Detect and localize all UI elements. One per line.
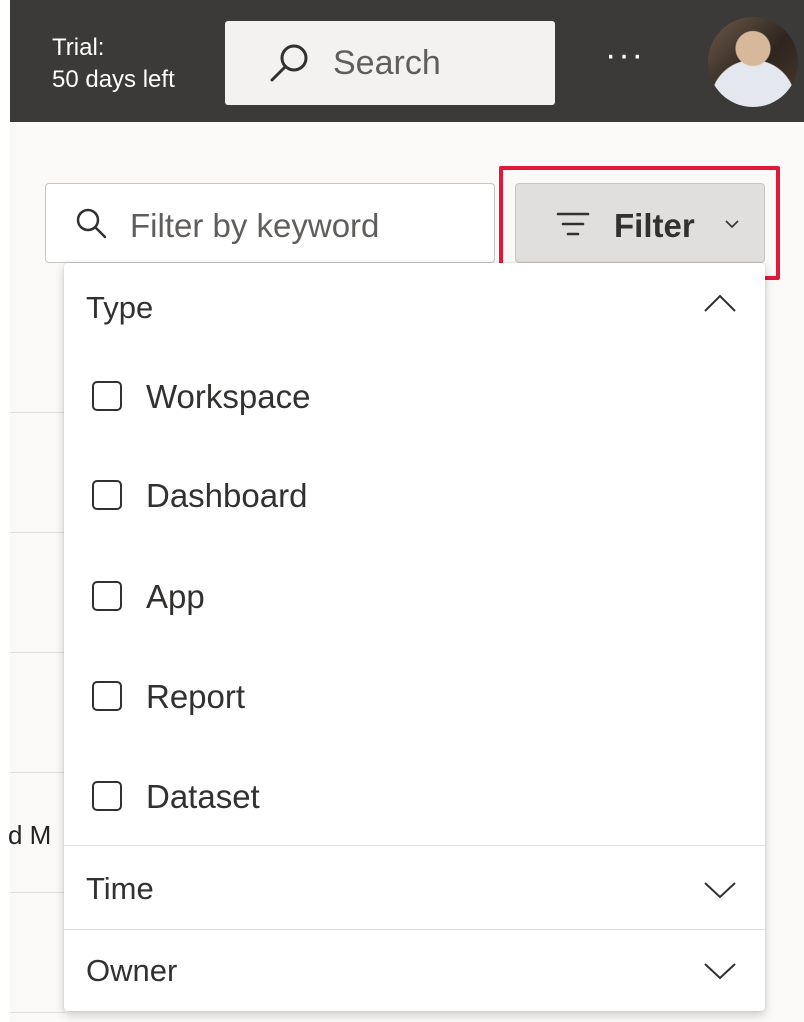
- trial-label: Trial:: [52, 34, 105, 61]
- chevron-up-icon: [704, 294, 736, 312]
- search-icon: [270, 44, 308, 82]
- option-label: Dashboard: [146, 477, 308, 514]
- user-avatar[interactable]: [708, 17, 798, 107]
- list-row-divider: [10, 532, 65, 533]
- filter-icon: [556, 212, 590, 236]
- search-label: Search: [333, 44, 441, 82]
- type-section-header[interactable]: Type: [64, 263, 765, 343]
- checkbox[interactable]: [92, 581, 122, 611]
- type-option-workspace[interactable]: Workspace: [92, 377, 692, 421]
- type-option-app[interactable]: App: [92, 577, 692, 621]
- owner-section-header[interactable]: Owner: [64, 930, 765, 1010]
- search-icon: [76, 208, 107, 239]
- type-section-label: Type: [86, 290, 154, 325]
- list-row-divider: [10, 892, 65, 893]
- list-row-partial-text: d M: [8, 820, 52, 850]
- keyword-placeholder: Filter by keyword: [130, 207, 380, 244]
- chevron-down-icon: [704, 882, 736, 899]
- type-option-report[interactable]: Report: [92, 677, 692, 721]
- checkbox[interactable]: [92, 681, 122, 711]
- type-option-dashboard[interactable]: Dashboard: [92, 476, 692, 520]
- list-row-divider: [10, 1012, 65, 1013]
- filter-keyword-input[interactable]: Filter by keyword: [45, 183, 495, 263]
- checkbox[interactable]: [92, 480, 122, 510]
- filter-button[interactable]: Filter: [515, 183, 765, 263]
- checkbox[interactable]: [92, 381, 122, 411]
- chevron-down-icon: [725, 220, 739, 229]
- chevron-down-icon: [704, 963, 736, 980]
- trial-status[interactable]: Trial: 50 days left: [52, 32, 175, 96]
- filter-button-label: Filter: [614, 207, 695, 244]
- option-label: App: [146, 578, 205, 615]
- filter-dropdown-panel: Type Workspace Dashboard App Report Data…: [64, 263, 765, 1011]
- owner-section-label: Owner: [86, 953, 178, 988]
- list-row-divider: [10, 652, 65, 653]
- option-label: Report: [146, 678, 246, 715]
- global-search-box[interactable]: Search: [225, 21, 555, 105]
- time-section-header[interactable]: Time: [64, 846, 765, 926]
- time-section-label: Time: [86, 871, 154, 906]
- option-label: Workspace: [146, 378, 311, 415]
- list-row-divider: [10, 772, 65, 773]
- checkbox[interactable]: [92, 781, 122, 811]
- more-options-button[interactable]: ···: [600, 38, 650, 80]
- window-edge: [0, 0, 10, 1022]
- list-row-divider: [10, 412, 65, 413]
- option-label: Dataset: [146, 778, 260, 815]
- type-option-dataset[interactable]: Dataset: [92, 777, 692, 821]
- trial-days-left: 50 days left: [52, 66, 175, 93]
